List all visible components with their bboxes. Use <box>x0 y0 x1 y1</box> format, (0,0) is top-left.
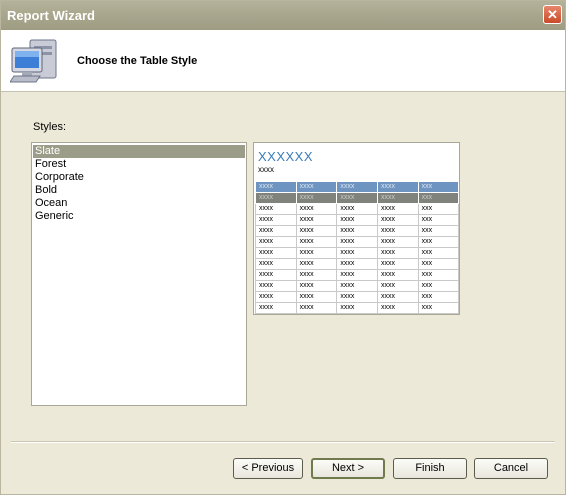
preview-table-cell: xxxx <box>376 192 419 204</box>
preview-table-cell: xxxx <box>255 181 297 193</box>
preview-table-cell: xxxx <box>295 214 338 226</box>
preview-table-row: xxxx xxxx xxxx xxxx xxx <box>255 214 459 226</box>
computer-icon <box>10 39 57 83</box>
preview-table-cell: xxxx <box>255 247 297 259</box>
preview-table-cell: xxxx <box>295 181 338 193</box>
cancel-button[interactable]: Cancel <box>474 458 548 479</box>
preview-table-row: xxxx xxxx xxxx xxxx xxx <box>255 280 459 292</box>
preview-table-cell: xxxx <box>295 225 338 237</box>
preview-table-row: xxxx xxxx xxxx xxxx xxx <box>255 192 459 204</box>
preview-table-cell: xxxx <box>255 280 297 292</box>
title-bar[interactable]: Report Wizard ✕ <box>1 1 565 30</box>
preview-table-cell: xxx <box>417 280 459 292</box>
style-list-item[interactable]: Forest <box>33 158 245 171</box>
preview-table-cell: xxxx <box>336 203 378 215</box>
preview-table-cell: xxxx <box>376 258 419 270</box>
report-wizard-window: Report Wizard ✕ Choose the Table Style S… <box>0 0 566 495</box>
preview-table-cell: xxxx <box>255 214 297 226</box>
preview-table-row: xxxx xxxx xxxx xxxx xxx <box>255 258 459 270</box>
preview-table-cell: xxxx <box>376 247 419 259</box>
preview-table-cell: xxxx <box>295 258 338 270</box>
preview-table-cell: xxxx <box>255 192 297 204</box>
preview-table-cell: xxx <box>417 181 459 193</box>
preview-table-cell: xxxx <box>336 225 378 237</box>
preview-table-row: xxxx xxxx xxxx xxxx xxx <box>255 291 459 303</box>
preview-table-cell: xxxx <box>255 302 297 314</box>
preview-table-cell: xxxx <box>336 181 378 193</box>
preview-table-cell: xxx <box>417 302 459 314</box>
preview-table-cell: xxxx <box>295 280 338 292</box>
preview-table-cell: xxxx <box>336 192 378 204</box>
previous-button[interactable]: < Previous <box>233 458 303 479</box>
preview-table-cell: xxxx <box>376 236 419 248</box>
preview-table-cell: xxxx <box>295 291 338 303</box>
preview-table-cell: xxx <box>417 291 459 303</box>
next-button[interactable]: Next > <box>311 458 385 479</box>
preview-table-cell: xxxx <box>255 203 297 215</box>
style-list-item[interactable]: Ocean <box>33 197 245 210</box>
preview-table-cell: xxxx <box>255 291 297 303</box>
preview-table-cell: xxx <box>417 192 459 204</box>
preview-table: xxxx xxxx xxxx xxxx xxx xxxx xxxx xxxx xxxx xxx xx… <box>255 181 459 314</box>
preview-title: XXXXXX <box>258 149 314 164</box>
preview-table-cell: xxxx <box>376 181 419 193</box>
preview-table-row: xxxx xxxx xxxx xxxx xxx <box>255 247 459 259</box>
preview-table-cell: xxxx <box>255 269 297 281</box>
preview-table-cell: xxxx <box>255 225 297 237</box>
preview-table-row: xxxx xxxx xxxx xxxx xxx <box>255 236 459 248</box>
preview-table-cell: xxxx <box>376 291 419 303</box>
preview-table-cell: xxx <box>417 269 459 281</box>
wizard-header: Choose the Table Style <box>1 30 565 92</box>
preview-table-cell: xxxx <box>336 291 378 303</box>
preview-table-cell: xxxx <box>295 247 338 259</box>
preview-table-cell: xxxx <box>336 280 378 292</box>
preview-table-row: xxxx xxxx xxxx xxxx xxx <box>255 225 459 237</box>
preview-table-cell: xxxx <box>255 258 297 270</box>
preview-table-row: xxxx xxxx xxxx xxxx xxx <box>255 302 459 314</box>
preview-table-cell: xxxx <box>336 236 378 248</box>
preview-table-cell: xxx <box>417 258 459 270</box>
preview-table-cell: xxxx <box>376 302 419 314</box>
preview-subtitle: xxxx <box>258 165 274 174</box>
preview-table-cell: xxx <box>417 203 459 215</box>
preview-table-cell: xxxx <box>336 269 378 281</box>
preview-table-cell: xxx <box>417 225 459 237</box>
preview-table-cell: xxx <box>417 247 459 259</box>
preview-table-cell: xxxx <box>295 269 338 281</box>
preview-table-row: xxxx xxxx xxxx xxxx xxx <box>255 181 459 193</box>
styles-label: Styles: <box>33 121 67 133</box>
preview-table-cell: xxxx <box>295 203 338 215</box>
preview-table-cell: xxxx <box>255 236 297 248</box>
styles-listbox[interactable]: Slate Forest Corporate Bold Ocean Generic <box>31 142 247 406</box>
preview-table-cell: xxxx <box>336 258 378 270</box>
preview-table-row: xxxx xxxx xxxx xxxx xxx <box>255 269 459 281</box>
preview-table-cell: xxxx <box>376 269 419 281</box>
preview-table-cell: xxx <box>417 214 459 226</box>
finish-button[interactable]: Finish <box>393 458 467 479</box>
preview-table-cell: xxxx <box>336 247 378 259</box>
close-icon[interactable]: ✕ <box>543 5 562 24</box>
preview-table-cell: xxxx <box>376 203 419 215</box>
preview-table-cell: xxxx <box>295 302 338 314</box>
style-list-item[interactable]: Generic <box>33 210 245 223</box>
button-separator <box>11 441 555 443</box>
style-preview: XXXXXX xxxx xxxx xxxx xxxx xxxx xxx xxxx xxxx x… <box>253 142 460 315</box>
preview-table-cell: xxxx <box>376 214 419 226</box>
style-list-item[interactable]: Bold <box>33 184 245 197</box>
preview-table-cell: xxxx <box>376 280 419 292</box>
page-title: Choose the Table Style <box>77 55 198 67</box>
preview-table-cell: xxxx <box>336 214 378 226</box>
style-list-item[interactable]: Slate <box>33 145 245 158</box>
style-list-item[interactable]: Corporate <box>33 171 245 184</box>
window-title: Report Wizard <box>7 8 95 23</box>
preview-table-row: xxxx xxxx xxxx xxxx xxx <box>255 203 459 215</box>
preview-table-cell: xxxx <box>336 302 378 314</box>
preview-table-cell: xxxx <box>295 192 338 204</box>
preview-table-cell: xxxx <box>376 225 419 237</box>
preview-table-cell: xxx <box>417 236 459 248</box>
preview-table-cell: xxxx <box>295 236 338 248</box>
